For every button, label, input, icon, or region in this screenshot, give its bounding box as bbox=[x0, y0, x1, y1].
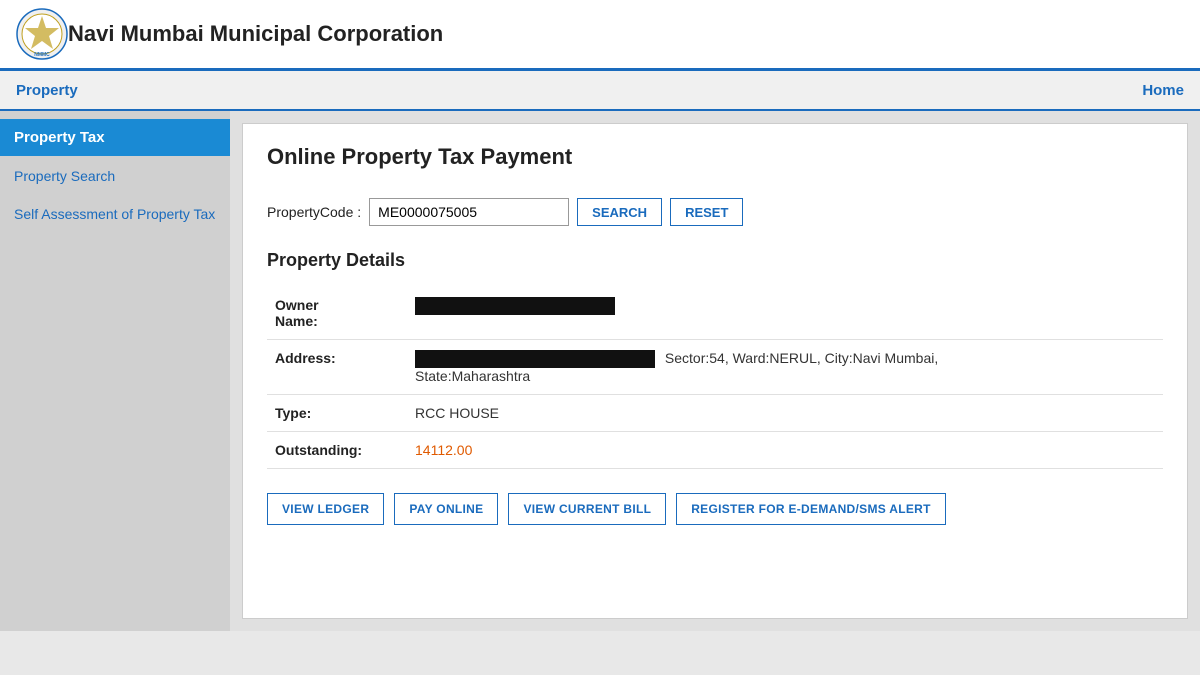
outstanding-label: Outstanding: bbox=[267, 432, 407, 469]
owner-name-label: OwnerName: bbox=[267, 287, 407, 340]
sidebar-item-property-tax[interactable]: Property Tax bbox=[0, 119, 230, 156]
address-label: Address: bbox=[267, 340, 407, 395]
address-redacted bbox=[415, 350, 655, 368]
address-value: Sector:54, Ward:NERUL, City:Navi Mumbai,… bbox=[407, 340, 1163, 395]
pay-online-button[interactable]: PAY ONLINE bbox=[394, 493, 498, 525]
main-layout: Property Tax Property Search Self Assess… bbox=[0, 111, 1200, 631]
owner-name-redacted bbox=[415, 297, 615, 315]
type-label: Type: bbox=[267, 395, 407, 432]
sidebar: Property Tax Property Search Self Assess… bbox=[0, 111, 230, 631]
org-title: Navi Mumbai Municipal Corporation bbox=[68, 21, 443, 47]
nmmc-logo-icon: NMMC bbox=[16, 8, 68, 60]
sidebar-item-property-search[interactable]: Property Search bbox=[0, 158, 230, 194]
svg-text:NMMC: NMMC bbox=[34, 52, 50, 58]
action-buttons-row: VIEW LEDGER PAY ONLINE VIEW CURRENT BILL… bbox=[267, 493, 1163, 525]
address-state: State:Maharashtra bbox=[415, 368, 530, 384]
content-area: Online Property Tax Payment PropertyCode… bbox=[242, 123, 1188, 619]
register-edemand-button[interactable]: REGISTER FOR E-DEMAND/SMS ALERT bbox=[676, 493, 946, 525]
navbar-home-link[interactable]: Home bbox=[1142, 82, 1184, 99]
sidebar-item-self-assessment[interactable]: Self Assessment of Property Tax bbox=[0, 196, 230, 232]
property-details-table: OwnerName: Address: Sector:54, Ward:NERU… bbox=[267, 287, 1163, 469]
navbar: Property Home bbox=[0, 71, 1200, 111]
page-title: Online Property Tax Payment bbox=[267, 144, 1163, 178]
table-row: Outstanding: 14112.00 bbox=[267, 432, 1163, 469]
address-text: Sector:54, Ward:NERUL, City:Navi Mumbai, bbox=[665, 350, 938, 366]
type-value: RCC HOUSE bbox=[407, 395, 1163, 432]
reset-button[interactable]: RESET bbox=[670, 198, 743, 226]
view-current-bill-button[interactable]: VIEW CURRENT BILL bbox=[508, 493, 666, 525]
property-code-input[interactable] bbox=[369, 198, 569, 226]
owner-name-value bbox=[407, 287, 1163, 340]
property-details-title: Property Details bbox=[267, 250, 1163, 271]
table-row: Type: RCC HOUSE bbox=[267, 395, 1163, 432]
table-row: Address: Sector:54, Ward:NERUL, City:Nav… bbox=[267, 340, 1163, 395]
navbar-property-link[interactable]: Property bbox=[16, 82, 78, 99]
table-row: OwnerName: bbox=[267, 287, 1163, 340]
search-button[interactable]: SEARCH bbox=[577, 198, 662, 226]
page-header: NMMC Navi Mumbai Municipal Corporation bbox=[0, 0, 1200, 71]
search-row: PropertyCode : SEARCH RESET bbox=[267, 198, 1163, 226]
view-ledger-button[interactable]: VIEW LEDGER bbox=[267, 493, 384, 525]
property-code-label: PropertyCode : bbox=[267, 204, 361, 220]
outstanding-value: 14112.00 bbox=[407, 432, 1163, 469]
